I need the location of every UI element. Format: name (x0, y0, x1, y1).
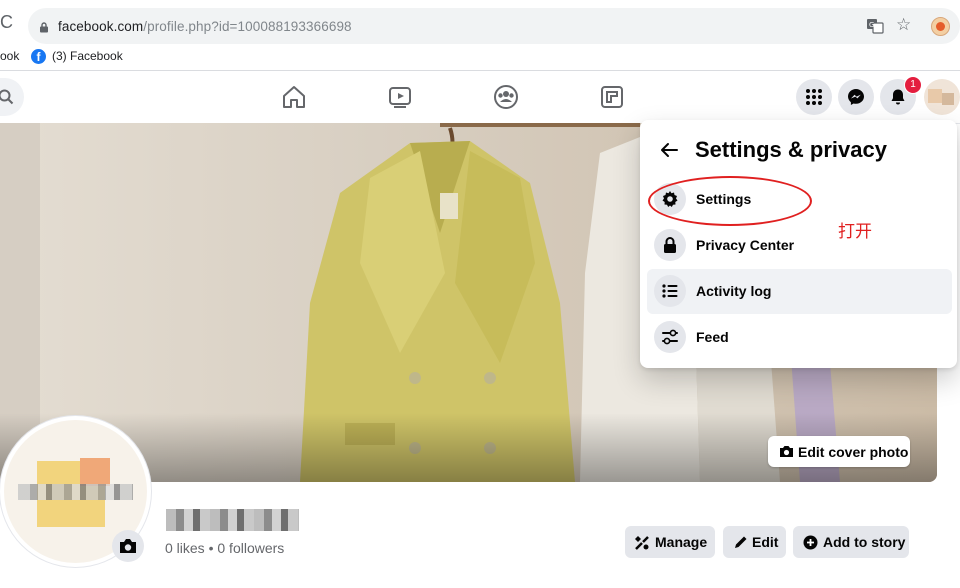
annotation-ellipse (648, 176, 812, 226)
camera-icon (120, 539, 136, 553)
account-avatar[interactable] (924, 79, 960, 115)
reload-icon[interactable]: C (0, 12, 20, 40)
bookmark-star-icon[interactable]: ☆ (896, 15, 911, 35)
messenger-button[interactable] (838, 79, 874, 115)
menu-title: Settings & privacy (695, 137, 887, 162)
menu-button[interactable] (796, 79, 832, 115)
menu-item-privacy-center[interactable]: Privacy Center (647, 223, 952, 268)
home-icon[interactable] (281, 84, 307, 110)
manage-button[interactable]: Manage (625, 526, 715, 558)
menu-item-label: Feed (696, 329, 729, 345)
back-arrow-icon[interactable] (657, 138, 681, 162)
profile-name-redacted (166, 509, 299, 531)
extension-icon[interactable] (931, 17, 950, 36)
update-profile-picture-button[interactable] (112, 530, 144, 562)
messenger-icon (848, 89, 864, 105)
plus-circle-icon (803, 535, 818, 550)
annotation-text: 打开 (838, 222, 872, 242)
list-icon (654, 275, 686, 307)
menu-item-activity-log[interactable]: Activity log (647, 269, 952, 314)
url-text[interactable]: facebook.com/profile.php?id=100088193366… (58, 19, 352, 34)
add-to-story-button[interactable]: Add to story (793, 526, 909, 558)
lock-icon (654, 229, 686, 261)
lock-icon[interactable] (39, 20, 49, 33)
edit-profile-button[interactable]: Edit (723, 526, 786, 558)
menu-item-label: Activity log (696, 283, 772, 299)
bell-icon (891, 89, 905, 105)
facebook-favicon-icon: f (31, 49, 46, 64)
bookmark-facebook[interactable]: (3) Facebook (52, 49, 123, 63)
bookmarks-bar (0, 44, 960, 71)
watch-icon[interactable] (387, 84, 413, 110)
grid-menu-icon (806, 89, 822, 105)
menu-item-feed[interactable]: Feed (647, 315, 952, 360)
add-to-story-label: Add to story (823, 534, 906, 550)
followers-count[interactable]: 0 followers (217, 540, 284, 556)
edit-cover-photo-label: Edit cover photo (798, 444, 909, 460)
profile-stats: 0 likes • 0 followers (165, 540, 284, 556)
groups-icon[interactable] (493, 84, 519, 110)
manage-label: Manage (655, 534, 708, 550)
edit-cover-photo-button[interactable]: Edit cover photo (768, 436, 910, 467)
notification-count-badge: 1 (904, 76, 922, 94)
bookmark-partial[interactable]: ook (0, 49, 19, 63)
likes-count[interactable]: 0 likes (165, 540, 205, 556)
url-path: /profile.php?id=100088193366698 (143, 19, 352, 34)
pencil-icon (735, 536, 747, 548)
sliders-icon (654, 321, 686, 353)
svg-text:G: G (869, 21, 874, 29)
edit-label: Edit (752, 534, 779, 550)
tools-icon (635, 536, 649, 550)
camera-icon (780, 446, 793, 457)
url-domain: facebook.com (58, 19, 144, 34)
search-icon (0, 89, 14, 105)
stats-separator: • (208, 540, 214, 556)
gaming-icon[interactable] (599, 84, 625, 110)
translate-icon[interactable]: G (866, 17, 886, 37)
menu-item-label: Privacy Center (696, 237, 795, 253)
